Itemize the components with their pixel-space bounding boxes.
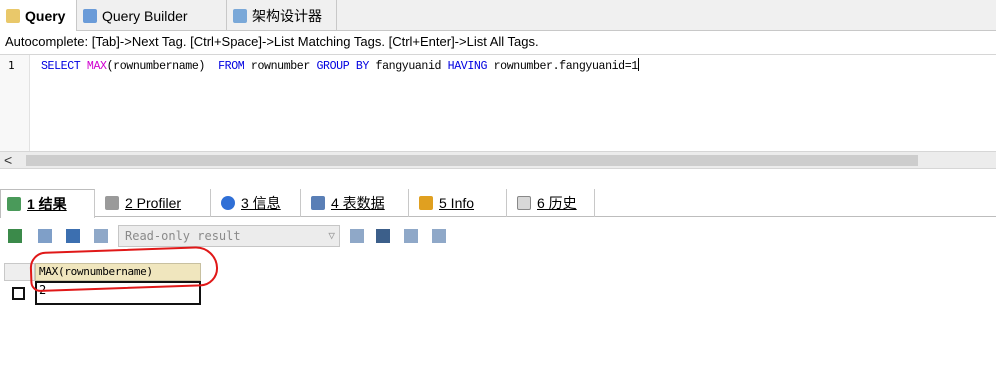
copy-icon[interactable] <box>404 229 418 243</box>
autocomplete-hint: Autocomplete: [Tab]->Next Tag. [Ctrl+Spa… <box>0 31 996 55</box>
history-icon <box>517 196 531 210</box>
result-mode-value: Read-only result <box>125 229 241 243</box>
tab-history-label: 6 历史 <box>537 195 577 211</box>
result-toolbar: Read-only result ▽ <box>0 222 996 250</box>
save-icon[interactable] <box>376 229 390 243</box>
editor-tab-bar: Query Query Builder 架构设计器 <box>0 0 996 32</box>
table-data-icon <box>311 196 325 210</box>
table-name: rownumber <box>250 60 310 73</box>
having-condition: rownumber.fangyuanid=1 <box>493 60 639 73</box>
schema-designer-icon <box>233 8 247 23</box>
delete-row-icon[interactable] <box>94 229 108 243</box>
tab-schema-designer[interactable]: 架构设计器 <box>227 0 337 31</box>
tab-query-builder[interactable]: Query Builder <box>77 0 227 31</box>
tab-profiler-label: 2 Profiler <box>125 195 182 211</box>
keyword-group-by: GROUP BY <box>316 60 370 73</box>
info-chart-icon <box>419 196 433 210</box>
scroll-left-icon[interactable]: < <box>4 152 12 168</box>
tab-query-label: Query <box>25 8 66 24</box>
result-icon <box>7 197 21 211</box>
tab-result-label: 1 结果 <box>27 196 67 212</box>
tab-query[interactable]: Query <box>0 0 77 32</box>
tab-result[interactable]: 1 结果 <box>0 189 95 218</box>
save-changes-icon[interactable] <box>66 229 80 243</box>
line-number: 1 <box>8 59 15 72</box>
query-icon <box>6 9 20 23</box>
tab-info[interactable]: 5 Info <box>413 189 507 217</box>
add-row-icon[interactable] <box>8 229 22 243</box>
keyword-from: FROM <box>218 60 245 73</box>
tab-schema-designer-label: 架构设计器 <box>252 7 322 24</box>
tab-messages[interactable]: 3 信息 <box>215 189 301 217</box>
tab-history[interactable]: 6 历史 <box>511 189 595 217</box>
function-max: MAX <box>86 60 107 73</box>
text-caret <box>637 58 639 71</box>
scrollbar-thumb[interactable] <box>26 155 918 166</box>
max-argument: (rownumbername) <box>106 60 206 73</box>
line-gutter: 1 <box>0 55 30 151</box>
export-icon[interactable] <box>350 229 364 243</box>
keyword-having: HAVING <box>447 60 488 73</box>
row-checkbox[interactable] <box>12 287 25 300</box>
group-column: fangyuanid <box>375 60 442 73</box>
result-mode-select[interactable]: Read-only result ▽ <box>118 225 340 247</box>
tab-profiler[interactable]: 2 Profiler <box>99 189 211 217</box>
tab-info-label: 5 Info <box>439 195 475 211</box>
tab-messages-label: 3 信息 <box>241 195 281 211</box>
duplicate-row-icon[interactable] <box>38 229 52 243</box>
annotation-circle <box>29 245 219 293</box>
result-tab-bar: 1 结果 2 Profiler 3 信息 4 表数据 5 Info 6 历史 <box>0 189 996 218</box>
sql-editor[interactable]: 1 SELECT MAX(rownumbername) FROM rownumb… <box>0 55 996 173</box>
refresh-icon[interactable] <box>432 229 446 243</box>
info-icon <box>221 196 235 210</box>
tab-query-builder-label: Query Builder <box>102 7 188 24</box>
sql-code-line[interactable]: SELECT MAX(rownumbername) FROM rownumber… <box>41 58 639 73</box>
chevron-down-icon[interactable]: ▽ <box>328 226 335 246</box>
profiler-icon <box>105 196 119 210</box>
query-builder-icon <box>83 8 97 23</box>
tab-table-data-label: 4 表数据 <box>331 195 385 211</box>
keyword-select: SELECT <box>41 60 81 73</box>
horizontal-scrollbar[interactable]: < <box>0 151 996 169</box>
tab-table-data[interactable]: 4 表数据 <box>305 189 409 217</box>
